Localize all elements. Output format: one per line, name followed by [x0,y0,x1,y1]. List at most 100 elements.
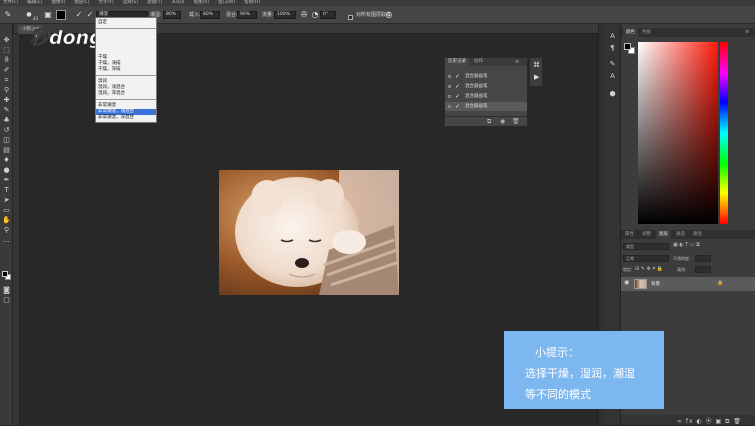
pressure-icon[interactable]: ◎ [384,10,394,20]
tab-properties[interactable]: 属性 [622,230,637,239]
paragraph-panel-icon[interactable]: ¶ [607,44,618,53]
history-source-checkbox[interactable] [448,85,451,88]
tab-swatches[interactable]: 色板 [639,28,654,37]
history-row-selected[interactable]: ✓ 混合器画笔 [445,102,527,111]
type-tool-icon[interactable]: T [1,186,12,195]
tab-history[interactable]: 历史记录 [445,58,469,66]
crop-tool-icon[interactable]: ⌗ [1,76,12,85]
history-brush-tool-icon[interactable]: ↺ [1,126,12,135]
blend-mode-select[interactable]: 正常 [623,255,669,262]
filter-icons[interactable]: ▣ ◐ T ▭ ⧉ [673,242,700,248]
history-source-checkbox[interactable] [448,95,451,98]
tools-panel: ✥ ⬚ ϑ ✐ ⌗ ⚲ ✚ ✎ ♣ ↺ ◫ ▤ ♦ ● ✒ T ➤ ▭ ✋ ⚲ … [0,24,13,425]
eraser-tool-icon[interactable]: ◫ [1,136,12,145]
move-tool-icon[interactable]: ✥ [1,36,12,45]
dodge-tool-icon[interactable]: ● [1,166,12,175]
color-picker-field[interactable] [638,42,718,224]
tip-overlay: 小提示： 选择干燥，湿润，潮湿 等不同的模式 [504,331,664,409]
flow-field[interactable]: 100% [274,11,296,19]
load-label: 载入: [189,12,201,18]
quick-select-tool-icon[interactable]: ✐ [1,66,12,75]
fill-field[interactable] [695,266,711,273]
path-select-tool-icon[interactable]: ➤ [1,196,12,205]
pen-tool-icon[interactable]: ✒ [1,176,12,185]
angle-icon[interactable]: ◔ [310,10,320,20]
layer-thumbnail [634,279,647,289]
blur-tool-icon[interactable]: ♦ [1,156,12,165]
load-brush-icon[interactable]: ✓ [74,10,84,20]
tip-line-2: 等不同的模式 [525,388,591,401]
history-dock-icon[interactable]: ⌘ [533,61,540,69]
zoom-tool-icon[interactable]: ⚲ [1,226,12,235]
panel-menu-icon[interactable]: ≡ [745,28,749,37]
history-side-dock: ⌘ ▶ [529,57,543,87]
mode-option[interactable]: 干燥，深描 [96,67,156,73]
foreground-color-swatch[interactable] [2,271,8,277]
gradient-tool-icon[interactable]: ▤ [1,146,12,155]
healing-tool-icon[interactable]: ✚ [1,96,12,105]
foreground-color-swatch[interactable] [624,43,631,50]
wet-field[interactable]: 80% [163,11,181,19]
history-row[interactable]: ✓ 混合器画笔 [445,82,527,91]
history-row[interactable]: ✓ 混合器画笔 [445,92,527,101]
angle-field[interactable]: 0° [320,11,336,19]
actions-play-icon[interactable]: ▶ [534,73,539,81]
mixer-brush-tool-icon[interactable]: ✎ [3,10,13,20]
brush-settings-icon[interactable]: ✎ [607,60,618,69]
history-row-label: 混合器画笔 [465,104,488,109]
history-row[interactable]: ✓ 混合器画笔 [445,72,527,81]
panel-menu-icon[interactable]: ≡ [515,58,519,66]
rectangle-tool-icon[interactable]: ▭ [1,206,12,215]
mode-option[interactable]: 非常潮湿，深混合 [96,115,156,121]
brush-tool-icon[interactable]: ✎ [1,106,12,115]
tab-layers[interactable]: 图层 [656,230,671,239]
more-tools-icon[interactable]: … [1,236,12,245]
marquee-tool-icon[interactable]: ⬚ [1,46,12,55]
load-field[interactable]: 80% [200,11,220,19]
history-row-label: 混合器画笔 [465,94,488,99]
menu-divider [96,28,156,29]
vertical-ruler [13,34,20,425]
tab-color[interactable]: 颜色 [623,28,638,37]
history-panel: 历史记录 动作 ≡ ✓ 混合器画笔 ✓ 混合器画笔 ✓ 混合器画笔 ✓ 混合器画… [444,57,528,127]
lasso-tool-icon[interactable]: ϑ [1,56,12,65]
glyphs-panel-icon[interactable]: A [607,72,618,81]
3d-panel-icon[interactable]: ⬢ [607,90,618,99]
screen-mode-icon[interactable]: ▢ [1,296,12,305]
history-source-checkbox[interactable] [448,75,451,78]
visibility-eye-icon[interactable]: ◉ [624,279,629,286]
new-document-from-state-icon[interactable]: ⧉ [487,118,491,126]
tip-line-1: 选择干燥，湿润，潮湿 [525,367,635,380]
sample-all-layers-checkbox[interactable] [348,15,353,20]
brush-panel-icon[interactable]: ▣ [43,10,53,20]
lock-icons[interactable]: ⊞ ✎ ✥ ⌗ 🔒 [635,266,663,272]
eyedropper-tool-icon[interactable]: ⚲ [1,86,12,95]
mix-field[interactable]: 90% [237,11,257,19]
hand-tool-icon[interactable]: ✋ [1,216,12,225]
tab-adjustments[interactable]: 调整 [639,230,654,239]
layer-kind-filter[interactable]: 类型 [623,243,669,250]
menu-divider [96,99,156,100]
mode-dropdown-menu: 自定 干燥 干燥，浅描 干燥，深描 湿润 湿润，浅混合 湿润，深混合 非常潮湿 … [95,17,157,123]
airbrush-icon[interactable]: ✇ [299,10,309,20]
clean-brush-icon[interactable]: ✓ [85,10,95,20]
current-load-swatch[interactable] [56,10,66,20]
tab-paths[interactable]: 路径 [690,230,705,239]
mode-option[interactable]: 湿润，深混合 [96,91,156,97]
trash-icon[interactable]: 🗑 [512,118,520,125]
fill-label: 填充: [677,267,687,272]
character-panel-icon[interactable]: A [607,32,618,41]
layer-lock-icon: 🔒 [717,280,724,286]
mode-option[interactable]: 自定 [96,20,156,26]
clone-stamp-tool-icon[interactable]: ♣ [1,116,12,125]
tab-channels[interactable]: 通道 [673,230,688,239]
opacity-field[interactable] [695,255,711,262]
quick-mask-icon[interactable]: ◙ [1,286,12,295]
snapshot-camera-icon[interactable]: ◉ [500,118,505,125]
document-image[interactable] [219,170,399,295]
layer-row-background[interactable]: ◉ 背景 🔒 [621,277,755,291]
tab-actions[interactable]: 动作 [471,58,486,66]
hue-slider[interactable] [720,42,728,224]
history-source-checkbox[interactable] [448,105,451,108]
history-panel-footer: ⧉ ◉ 🗑 [445,116,527,126]
